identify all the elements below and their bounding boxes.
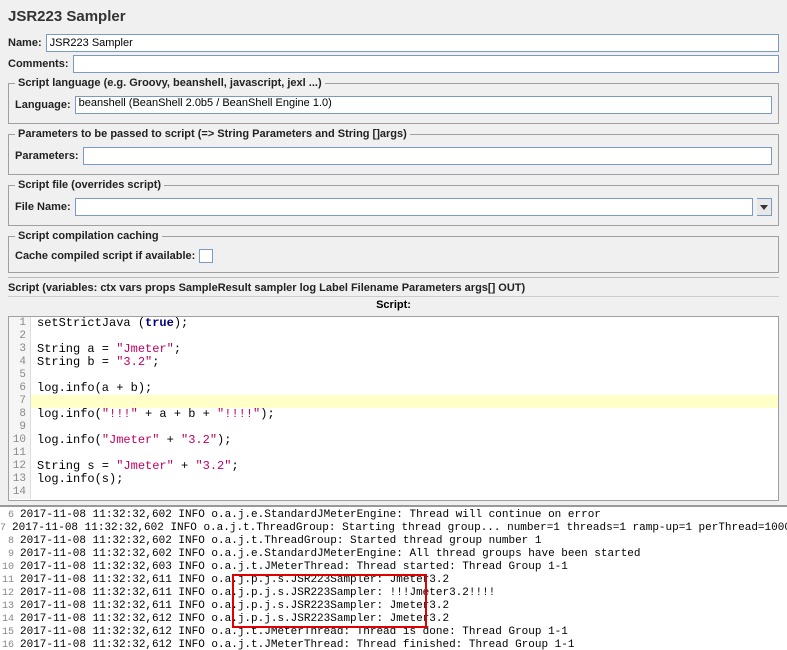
line-number: 11 [9,447,31,460]
script-label: Script: [8,296,779,313]
editor-line[interactable]: 12String s = "Jmeter" + "3.2"; [9,460,778,473]
file-browse-button[interactable] [757,198,772,216]
parameters-legend: Parameters to be passed to script (=> St… [15,128,410,140]
log-line-number: 15 [0,626,18,639]
log-line-number: 10 [0,561,18,574]
log-text: 2017-11-08 11:32:32,603 INFO o.a.j.t.JMe… [18,561,568,574]
language-select[interactable]: beanshell (BeanShell 2.0b5 / BeanShell E… [75,96,772,114]
log-text: 2017-11-08 11:32:32,602 INFO o.a.j.t.Thr… [18,535,542,548]
log-line: 112017-11-08 11:32:32,611 INFO o.a.j.p.j… [0,574,787,587]
log-line-number: 14 [0,613,18,626]
line-number: 2 [9,330,31,343]
comments-input[interactable] [73,55,779,73]
log-text: 2017-11-08 11:32:32,611 INFO o.a.j.p.j.s… [18,600,449,613]
line-number: 4 [9,356,31,369]
log-line: 152017-11-08 11:32:32,612 INFO o.a.j.t.J… [0,626,787,639]
log-panel[interactable]: 62017-11-08 11:32:32,602 INFO o.a.j.e.St… [0,505,787,650]
file-input[interactable] [75,198,753,216]
code-text[interactable]: log.info(s); [31,473,123,486]
line-number: 10 [9,434,31,447]
parameters-group: Parameters to be passed to script (=> St… [8,128,779,175]
log-line: 122017-11-08 11:32:32,611 INFO o.a.j.p.j… [0,587,787,600]
editor-line[interactable]: 4String b = "3.2"; [9,356,778,369]
log-line-number: 7 [0,522,10,535]
file-legend: Script file (overrides script) [15,179,164,191]
cache-group: Script compilation caching Cache compile… [8,230,779,273]
log-text: 2017-11-08 11:32:32,612 INFO o.a.j.p.j.s… [18,613,449,626]
cache-label: Cache compiled script if available: [15,250,195,262]
log-line-number: 9 [0,548,18,561]
log-line-number: 13 [0,600,18,613]
parameters-label: Parameters: [15,150,79,162]
log-line: 102017-11-08 11:32:32,603 INFO o.a.j.t.J… [0,561,787,574]
log-line-number: 11 [0,574,18,587]
comments-label: Comments: [8,58,69,70]
editor-line[interactable]: 1setStrictJava (true); [9,317,778,330]
editor-line[interactable]: 13log.info(s); [9,473,778,486]
line-number: 12 [9,460,31,473]
line-number: 1 [9,317,31,330]
file-label: File Name: [15,201,71,213]
log-text: 2017-11-08 11:32:32,602 INFO o.a.j.e.Sta… [18,548,641,561]
editor-line[interactable]: 8log.info("!!!" + a + b + "!!!!"); [9,408,778,421]
page-title: JSR223 Sampler [8,4,779,31]
code-text[interactable]: log.info("Jmeter" + "3.2"); [31,434,231,447]
cache-legend: Script compilation caching [15,230,162,242]
log-text: 2017-11-08 11:32:32,612 INFO o.a.j.t.JMe… [18,639,575,650]
line-number: 5 [9,369,31,382]
log-text: 2017-11-08 11:32:32,612 INFO o.a.j.t.JMe… [18,626,568,639]
log-line-number: 6 [0,509,18,522]
parameters-input[interactable] [83,147,772,165]
log-line: 72017-11-08 11:32:32,602 INFO o.a.j.t.Th… [0,522,787,535]
code-text[interactable]: log.info("!!!" + a + b + "!!!!"); [31,408,275,421]
script-legend: Script (variables: ctx vars props Sample… [8,280,779,296]
cache-checkbox[interactable] [199,249,213,263]
log-text: 2017-11-08 11:32:32,611 INFO o.a.j.p.j.s… [18,587,495,600]
editor-line[interactable]: 10log.info("Jmeter" + "3.2"); [9,434,778,447]
log-line: 82017-11-08 11:32:32,602 INFO o.a.j.t.Th… [0,535,787,548]
line-number: 6 [9,382,31,395]
log-text: 2017-11-08 11:32:32,611 INFO o.a.j.p.j.s… [18,574,449,587]
language-legend: Script language (e.g. Groovy, beanshell,… [15,77,325,89]
code-text[interactable]: String b = "3.2"; [31,356,159,369]
log-line: 162017-11-08 11:32:32,612 INFO o.a.j.t.J… [0,639,787,650]
line-number: 9 [9,421,31,434]
log-text: 2017-11-08 11:32:32,602 INFO o.a.j.e.Sta… [18,509,601,522]
code-text[interactable] [31,486,37,499]
line-number: 3 [9,343,31,356]
editor-line[interactable]: 6log.info(a + b); [9,382,778,395]
separator [8,277,779,278]
language-group: Script language (e.g. Groovy, beanshell,… [8,77,779,124]
log-line: 92017-11-08 11:32:32,602 INFO o.a.j.e.St… [0,548,787,561]
line-number: 8 [9,408,31,421]
line-number: 7 [9,395,31,408]
log-line-number: 16 [0,639,18,650]
language-label: Language: [15,99,71,111]
log-line: 132017-11-08 11:32:32,611 INFO o.a.j.p.j… [0,600,787,613]
chevron-down-icon [760,205,768,210]
line-number: 14 [9,486,31,499]
script-editor[interactable]: 1setStrictJava (true);23String a = "Jmet… [8,316,779,501]
file-group: Script file (overrides script) File Name… [8,179,779,226]
line-number: 13 [9,473,31,486]
name-input[interactable] [46,34,779,52]
log-text: 2017-11-08 11:32:32,602 INFO o.a.j.t.Thr… [10,522,787,535]
log-line: 62017-11-08 11:32:32,602 INFO o.a.j.e.St… [0,509,787,522]
log-line: 142017-11-08 11:32:32,612 INFO o.a.j.p.j… [0,613,787,626]
log-line-number: 8 [0,535,18,548]
name-label: Name: [8,37,42,49]
code-text[interactable]: log.info(a + b); [31,382,152,395]
editor-line[interactable]: 14 [9,486,778,499]
log-line-number: 12 [0,587,18,600]
code-text[interactable]: setStrictJava (true); [31,317,188,330]
